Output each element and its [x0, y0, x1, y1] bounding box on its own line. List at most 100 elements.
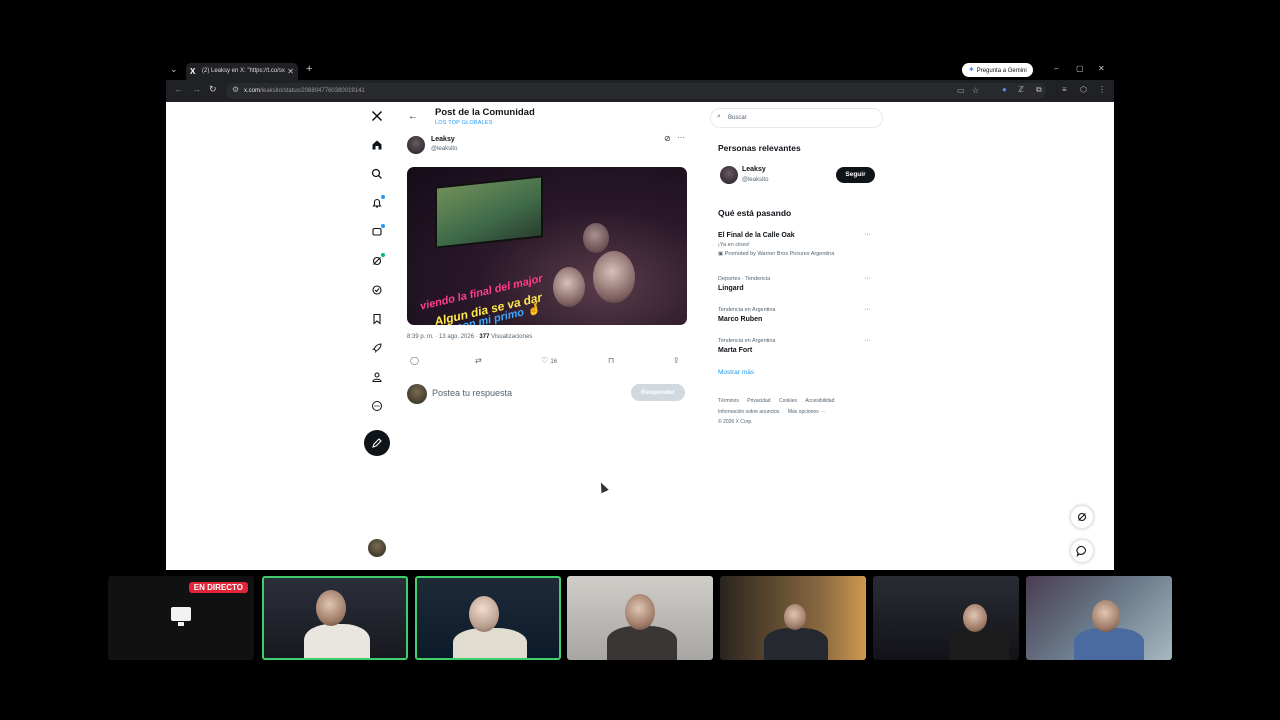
communities-check-icon[interactable] [368, 281, 386, 299]
bookmarks-icon[interactable] [368, 310, 386, 328]
trending-heading: Qué está pasando [718, 208, 792, 218]
search-icon: ⌕ [717, 113, 721, 120]
footer-link-privacy[interactable]: Privacidad [747, 398, 770, 404]
media-controls-icon[interactable]: ≡ [1062, 85, 1067, 94]
trend-promoted: ▣ Promoted by Warner Bros Pictures Argen… [718, 251, 878, 257]
x-logo-icon[interactable] [368, 107, 386, 125]
repost-icon[interactable]: ⇄ [475, 356, 482, 365]
reload-icon[interactable]: ↻ [209, 84, 217, 95]
trend-more-icon[interactable]: ··· [864, 306, 871, 313]
back-arrow-icon[interactable]: ← [408, 111, 418, 122]
trend-more-icon[interactable]: ··· [864, 231, 871, 238]
post-more-icon[interactable]: ··· [677, 133, 685, 142]
live-screen-share-tile[interactable]: EN DIRECTO [108, 576, 254, 660]
rocket-icon[interactable] [368, 339, 386, 357]
reply-button[interactable]: Responder [631, 384, 685, 401]
minimize-button[interactable]: – [1054, 64, 1058, 73]
address-bar[interactable]: ⚙ x.com/leaksito/status/2088047760380019… [226, 83, 1046, 99]
footer-link-ads-info[interactable]: Información sobre anuncios [718, 409, 779, 415]
post-author-avatar[interactable] [407, 136, 425, 154]
tab-close-icon[interactable]: ✕ [287, 63, 294, 80]
search-input[interactable]: ⌕ Buscar [710, 108, 883, 128]
participant-cam-2[interactable] [415, 576, 561, 660]
cam1-head [316, 590, 346, 626]
relevant-person-name[interactable]: Leaksy [742, 166, 766, 173]
close-window-button[interactable]: ✕ [1098, 64, 1105, 73]
messages-icon[interactable] [368, 223, 386, 241]
participant-cam-6[interactable] [1026, 576, 1172, 660]
bookmark-icon[interactable]: ⊓ [608, 356, 614, 365]
footer-link-terms[interactable]: Términos [718, 398, 739, 404]
participant-cam-4[interactable] [720, 576, 866, 660]
footer-links-row2: Información sobre anuncios Más opciones … [718, 409, 832, 415]
chat-bubble-icon [1076, 545, 1086, 557]
browser-tab[interactable]: X (2) Leaksy en X: "https://t.co/sx ✕ [186, 63, 298, 80]
post-timestamp[interactable]: 8:39 p. m. · 13 ago. 2026 · [407, 334, 479, 340]
community-name-link[interactable]: LOS TOP GLOBALES [435, 120, 493, 126]
page-title: Post de la Comunidad [435, 107, 535, 118]
trend-item[interactable]: Tendencia en Argentina Marco Ruben [718, 307, 878, 323]
post-image[interactable]: viendo la final del major Algun dia se v… [407, 167, 687, 325]
relevant-people-heading: Personas relevantes [718, 143, 801, 153]
more-options-circle-icon[interactable] [368, 397, 386, 415]
gemini-sparkle-icon: ✦ [968, 65, 975, 74]
account-avatar[interactable] [368, 539, 386, 557]
forward-arrow-icon[interactable]: → [192, 84, 201, 94]
translate-icon[interactable]: ℤ [1018, 85, 1024, 94]
new-tab-button[interactable]: + [306, 63, 312, 75]
bookmark-star-icon[interactable]: ☆ [972, 86, 979, 95]
notifications-bell-icon[interactable] [368, 194, 386, 212]
notifications-badge [380, 194, 386, 200]
cast-icon[interactable]: ▭ [957, 86, 965, 95]
footer-link-cookies[interactable]: Cookies [779, 398, 797, 404]
url-host: x.com [244, 88, 261, 94]
heart-icon: ♡ [541, 356, 549, 365]
post-author-name[interactable]: Leaksy [431, 136, 455, 143]
share-icon[interactable]: ⇪ [673, 356, 680, 365]
browser-menu-icon[interactable]: ⋮ [1098, 85, 1106, 94]
follow-button[interactable]: Seguir [836, 167, 875, 183]
profile-shield-icon[interactable]: ⬡ [1080, 85, 1087, 94]
footer-link-more[interactable]: Más opciones ··· [788, 409, 825, 415]
grok-floating-button[interactable] [1070, 505, 1094, 529]
trend-item[interactable]: Tendencia en Argentina Marta Fort [718, 338, 878, 354]
reply-input[interactable]: Postea tu respuesta [432, 388, 512, 398]
trend-more-icon[interactable]: ··· [864, 275, 871, 282]
trend-item[interactable]: Deportes · Tendencia Lingard [718, 276, 878, 292]
search-placeholder: Buscar [728, 115, 747, 121]
x-page: ← Post de la Comunidad LOS TOP GLOBALES … [166, 102, 1114, 570]
messages-badge [380, 223, 386, 229]
relevant-person-handle[interactable]: @leaksito [742, 177, 768, 183]
trend-item[interactable]: El Final de la Calle Oak ¡Ya en cines! ▣… [718, 232, 878, 257]
trend-category: Deportes · Tendencia [718, 276, 771, 282]
extensions-puzzle-icon[interactable]: ⧉ [1036, 85, 1042, 95]
back-arrow-icon[interactable]: ← [174, 84, 183, 94]
grok-explain-icon[interactable]: ⊘ [664, 134, 671, 143]
trend-title: Lingard [718, 285, 744, 292]
profile-icon[interactable] [368, 368, 386, 386]
screen-share-monitor-icon [171, 607, 191, 626]
trend-more-icon[interactable]: ··· [864, 337, 871, 344]
explore-search-icon[interactable] [368, 165, 386, 183]
compose-post-button[interactable] [364, 430, 390, 456]
tab-search-chevron-icon[interactable]: ⌄ [170, 64, 178, 75]
relevant-person-avatar[interactable] [720, 166, 738, 184]
footer-links-row1: Términos Privacidad Cookies Accesibilida… [718, 398, 841, 404]
participant-cam-1[interactable] [262, 576, 408, 660]
participant-cam-3[interactable] [567, 576, 713, 660]
like-button[interactable]: ♡ 16 [541, 356, 557, 365]
post-author-handle[interactable]: @leaksito [431, 146, 457, 152]
participant-cam-5[interactable] [873, 576, 1019, 660]
gemini-button[interactable]: ✦ Pregunta a Gemini [962, 63, 1033, 77]
home-icon[interactable] [368, 136, 386, 154]
grok-icon [1077, 512, 1087, 522]
x-favicon-icon: X [190, 67, 196, 76]
reply-icon[interactable]: ◯ [410, 356, 419, 365]
site-info-icon[interactable]: ⚙ [232, 85, 239, 94]
maximize-button[interactable]: ▢ [1076, 64, 1084, 73]
messages-floating-button[interactable] [1070, 539, 1094, 563]
extension-blue-icon[interactable]: ● [1002, 85, 1007, 94]
show-more-link[interactable]: Mostrar más [718, 369, 754, 376]
footer-link-accessibility[interactable]: Accesibilidad [805, 398, 834, 404]
grok-icon[interactable] [368, 252, 386, 270]
